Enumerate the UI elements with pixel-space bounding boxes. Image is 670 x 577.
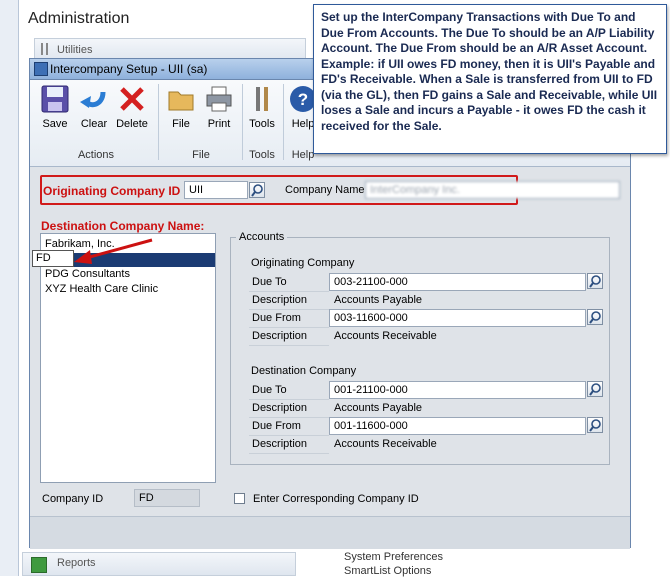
description-label: Description (249, 328, 329, 346)
originating-company-id-input[interactable]: UII (184, 181, 248, 199)
company-id-field: FD (134, 489, 200, 507)
tools-icon (247, 84, 277, 114)
reports-icon (31, 557, 47, 573)
delete-label: Delete (116, 118, 148, 130)
due-to-label: Due To (249, 382, 329, 400)
orig-due-to-description: Accounts Payable (334, 294, 423, 306)
destination-company-label: Destination Company Name: (41, 219, 205, 233)
utilities-label: Utilities (57, 44, 93, 56)
page-title: Administration (28, 10, 130, 27)
orig-due-to-lookup[interactable] (587, 273, 603, 289)
group-label-actions: Actions (77, 149, 115, 161)
group-label-tools: Tools (249, 149, 275, 161)
due-to-label: Due To (249, 274, 329, 292)
company-name-field: InterCompany Inc. (365, 181, 620, 199)
link-system-preferences[interactable]: System Preferences (344, 551, 443, 563)
folder-icon (166, 84, 196, 114)
navigation-pane-edge (0, 0, 19, 576)
reports-label: Reports (57, 557, 96, 569)
dest-due-to-description: Accounts Payable (334, 402, 423, 414)
delete-icon (117, 84, 147, 114)
file-label: File (172, 118, 190, 130)
wrench-icon (39, 42, 51, 56)
originating-lookup-button[interactable] (249, 182, 265, 198)
orig-due-from-lookup[interactable] (587, 309, 603, 325)
description-label: Description (249, 400, 329, 418)
orig-due-from-input[interactable]: 003-11600-000 (329, 309, 586, 327)
dest-due-from-input[interactable]: 001-11600-000 (329, 417, 586, 435)
window-title: Intercompany Setup - UII (sa) (50, 62, 208, 76)
destination-company-heading: Destination Company (251, 365, 357, 377)
originating-company-id-label: Originating Company ID (43, 184, 181, 198)
company-name-label: Company Name (285, 184, 365, 196)
description-label: Description (249, 292, 329, 310)
enter-corresponding-label: Enter Corresponding Company ID (253, 493, 419, 505)
destination-company-list[interactable]: Fabrikam, Inc. PDG Consultants XYZ Healt… (40, 233, 216, 483)
clear-label: Clear (80, 118, 108, 130)
description-label: Description (249, 436, 329, 454)
fd-tooltip: FD (32, 250, 74, 267)
list-item[interactable]: PDG Consultants (43, 268, 215, 282)
save-button[interactable]: Save (36, 84, 74, 130)
dest-due-to-lookup[interactable] (587, 381, 603, 397)
tools-label: Tools (249, 118, 275, 130)
orig-due-from-description: Accounts Receivable (334, 330, 437, 342)
reports-section[interactable]: Reports (22, 552, 296, 576)
save-icon (40, 84, 70, 114)
due-from-label: Due From (249, 418, 329, 436)
dest-due-from-lookup[interactable] (587, 417, 603, 433)
window-icon (34, 62, 48, 76)
print-label: Print (207, 118, 231, 130)
dest-due-from-description: Accounts Receivable (334, 438, 437, 450)
dest-due-to-input[interactable]: 001-21100-000 (329, 381, 586, 399)
orig-due-to-input[interactable]: 003-21100-000 (329, 273, 586, 291)
enter-corresponding-checkbox[interactable] (234, 493, 245, 504)
status-bar (30, 516, 630, 549)
link-smartlist-options[interactable]: SmartList Options (344, 565, 431, 577)
list-item[interactable]: XYZ Health Care Clinic (43, 283, 215, 297)
accounts-title: Accounts (236, 231, 288, 243)
clear-icon (79, 84, 109, 114)
explanation-callout: Set up the InterCompany Transactions wit… (313, 4, 667, 154)
magnifier-icon (589, 275, 601, 288)
group-label-file: File (192, 149, 210, 161)
company-id-label: Company ID (42, 493, 104, 505)
print-button[interactable]: Print (200, 84, 238, 130)
magnifier-icon (589, 383, 601, 396)
due-from-label: Due From (249, 310, 329, 328)
clear-button[interactable]: Clear (75, 84, 113, 130)
magnifier-icon (589, 311, 601, 324)
tools-button[interactable]: Tools (243, 84, 281, 130)
magnifier-icon (251, 184, 263, 197)
originating-company-heading: Originating Company (251, 257, 355, 269)
delete-button[interactable]: Delete (113, 84, 151, 130)
svg-text:?: ? (298, 90, 308, 109)
magnifier-icon (589, 419, 601, 432)
file-button[interactable]: File (162, 84, 200, 130)
printer-icon (204, 84, 234, 114)
ribbon-separator (158, 84, 159, 160)
annotation-arrow-icon (74, 238, 153, 264)
save-label: Save (42, 118, 68, 130)
